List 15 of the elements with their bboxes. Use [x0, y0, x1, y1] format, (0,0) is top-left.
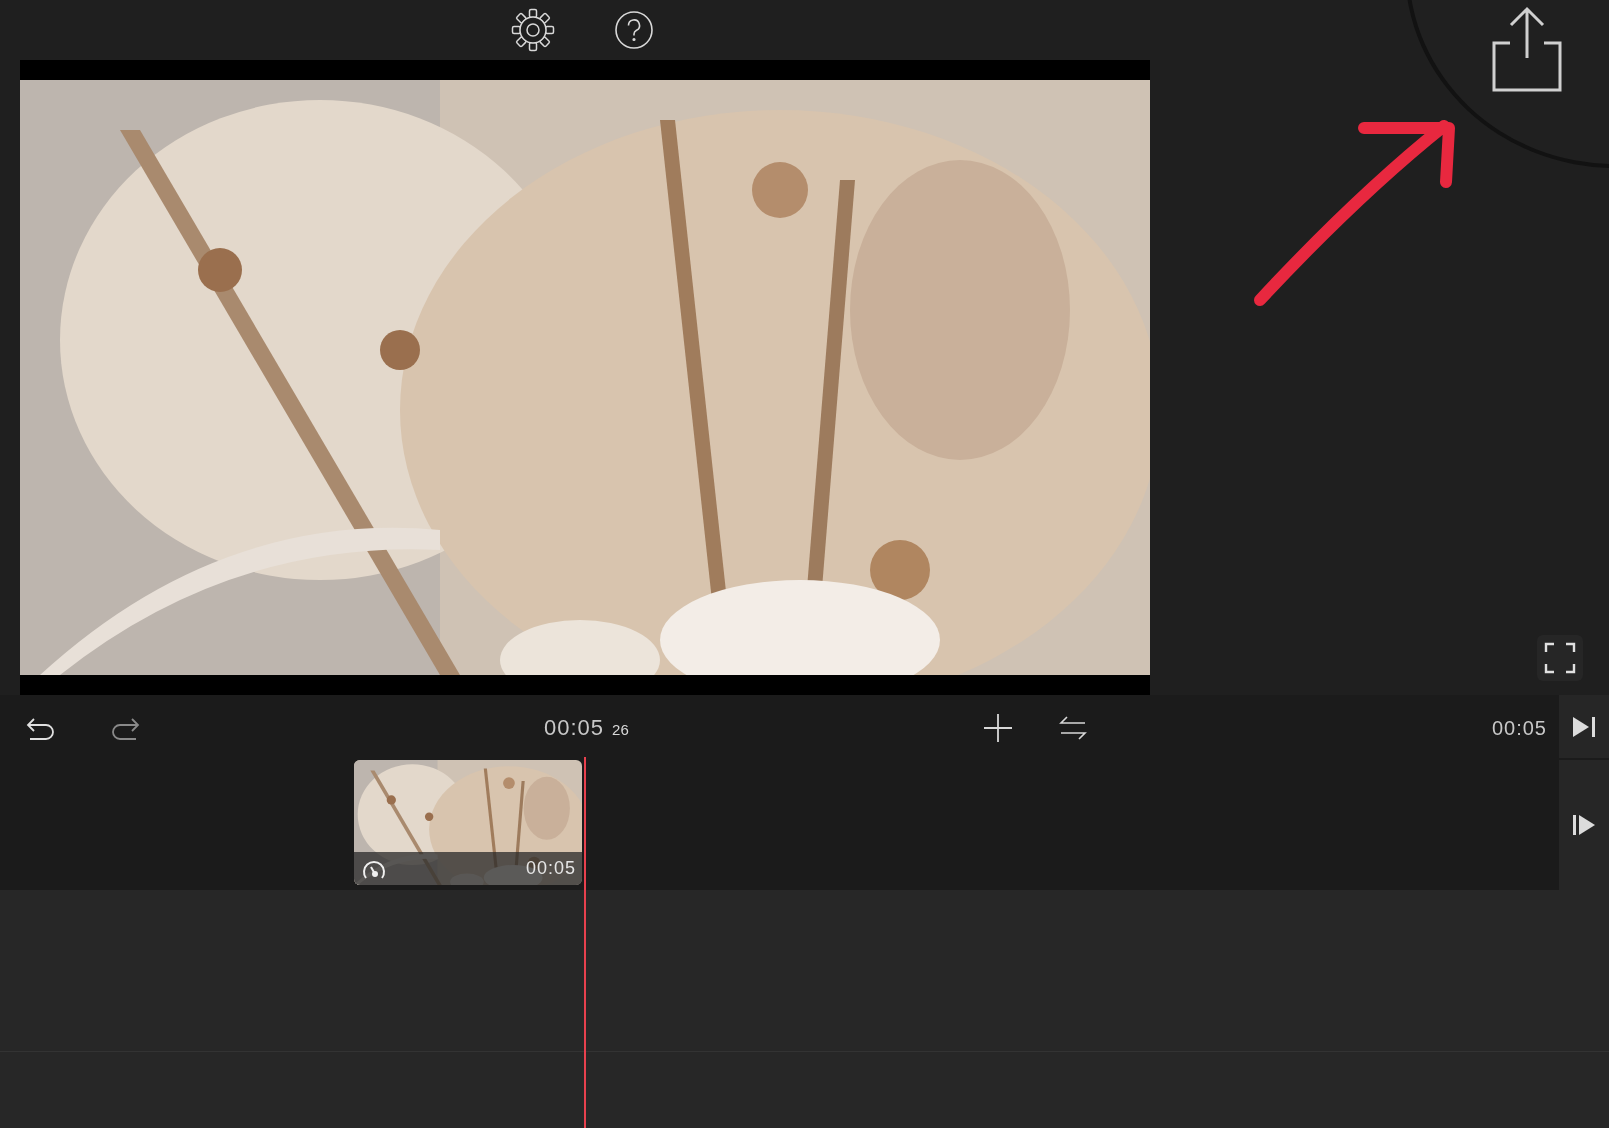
clip-duration: 00:05 [525, 857, 576, 880]
video-clip[interactable]: 00:05 [354, 760, 582, 885]
help-button[interactable] [614, 10, 654, 50]
add-button[interactable] [982, 712, 1013, 743]
swap-button[interactable] [1058, 714, 1087, 741]
frame-number: 26 [612, 720, 629, 740]
play-from-start-icon [1571, 813, 1597, 837]
settings-button[interactable] [511, 8, 555, 52]
skip-to-end-button[interactable] [1559, 695, 1609, 760]
share-button[interactable] [1492, 6, 1562, 92]
skip-to-end-icon [1571, 714, 1597, 739]
current-timecode: 00:05 [544, 714, 605, 742]
fullscreen-button[interactable] [1537, 635, 1583, 681]
play-from-start-button[interactable] [1559, 760, 1609, 890]
total-duration: 00:05 [1491, 715, 1547, 741]
